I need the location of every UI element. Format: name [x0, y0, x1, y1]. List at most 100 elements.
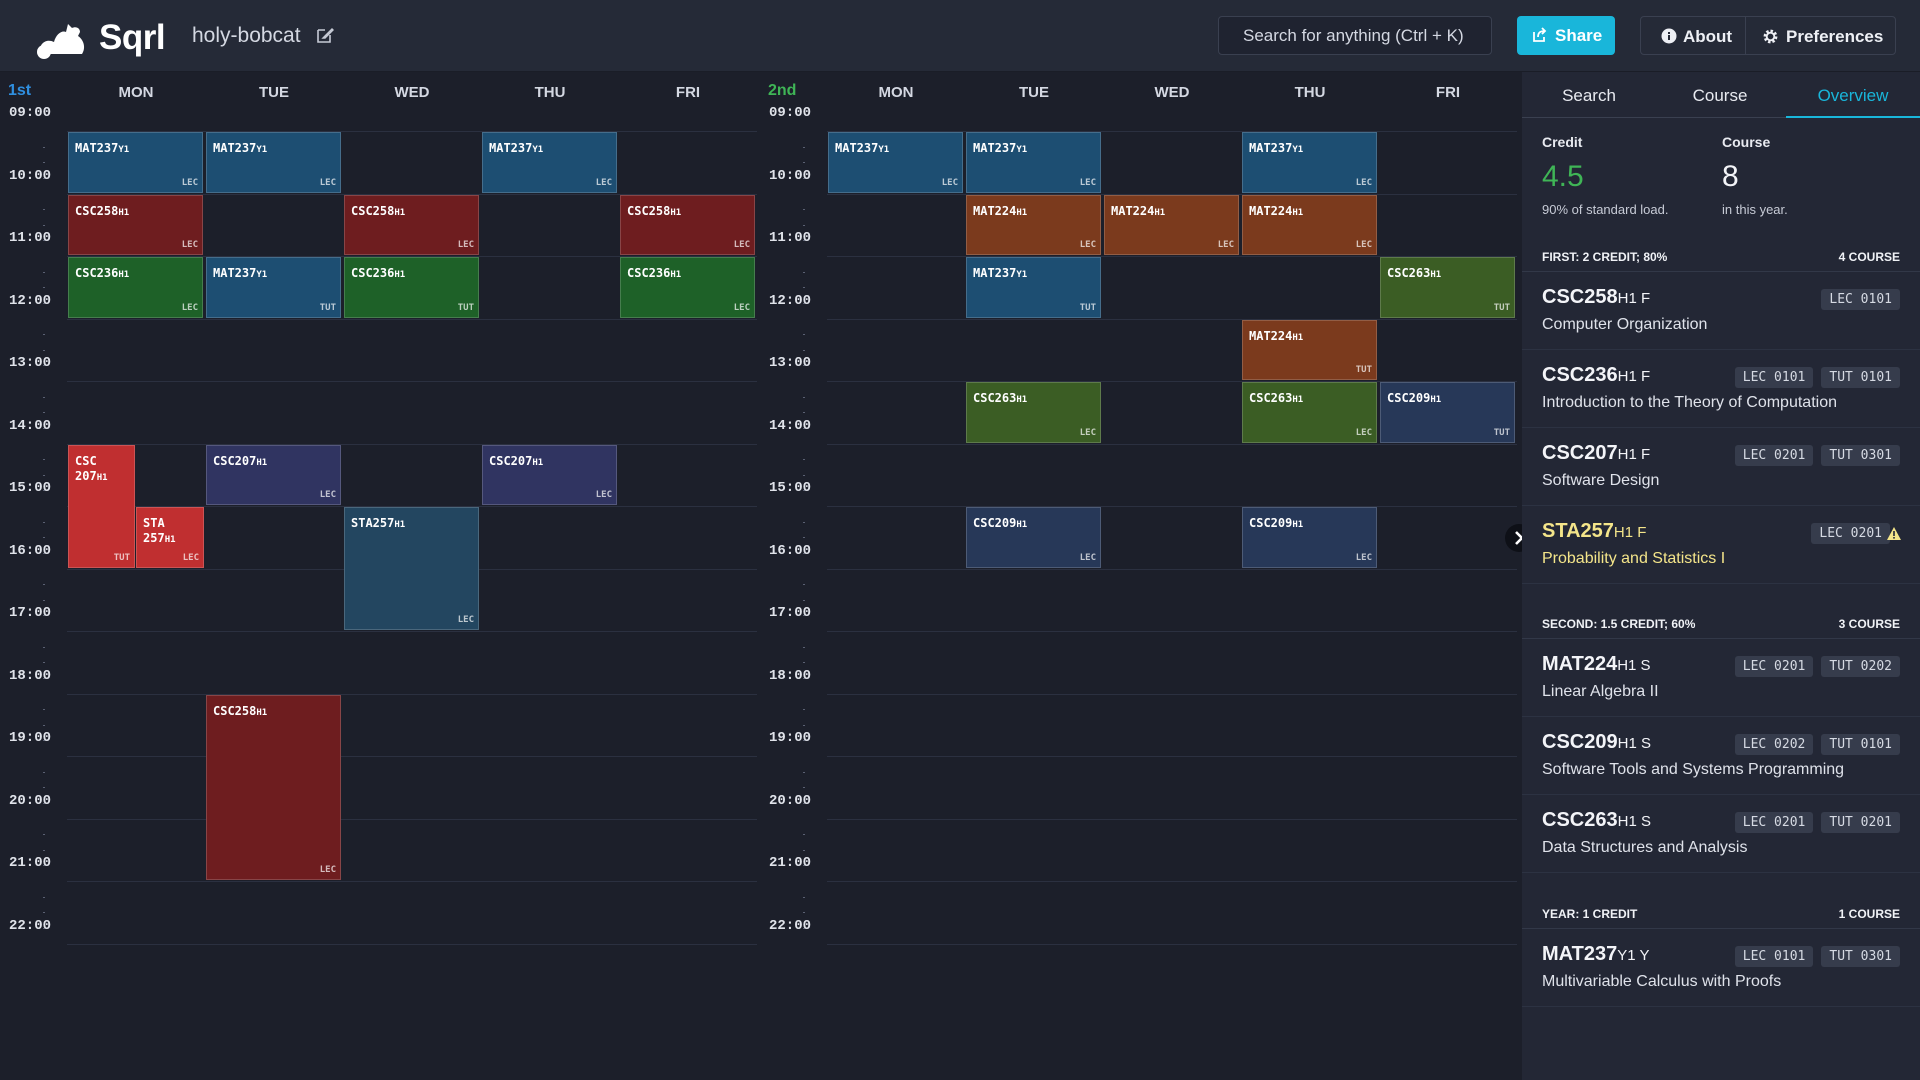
- course-block-mat237[interactable]: MAT237Y1 TUT: [966, 257, 1101, 318]
- section-tag[interactable]: TUT 0301: [1821, 445, 1900, 466]
- course-block-sta257[interactable]: STA257H1 LEC: [136, 507, 204, 568]
- section-tag[interactable]: LEC 0101: [1821, 289, 1900, 310]
- section-tag[interactable]: LEC 0201: [1811, 523, 1890, 544]
- info-icon: [1661, 28, 1677, 44]
- preferences-button[interactable]: Preferences: [1745, 16, 1896, 55]
- share-button[interactable]: Share: [1517, 16, 1615, 55]
- course-item-sta257[interactable]: STA257H1 F Probability and Statistics I LE…: [1522, 506, 1920, 584]
- meeting-type: LEC: [319, 177, 336, 188]
- quarter-tick: [43, 209, 45, 211]
- course-item-csc207[interactable]: CSC207H1 F Software Design LEC 0201 TUT 030…: [1522, 428, 1920, 506]
- course-block-mat237[interactable]: MAT237Y1 LEC: [482, 132, 617, 193]
- course-code: MAT237Y1: [213, 266, 268, 280]
- time-label: 14:00: [9, 417, 52, 434]
- quarter-tick: [803, 537, 805, 539]
- quarter-tick: [803, 787, 805, 789]
- course-block-mat224[interactable]: MAT224H1 LEC: [1104, 194, 1239, 255]
- quarter-tick: [43, 599, 45, 601]
- meeting-type: TUT: [457, 302, 474, 313]
- quarter-tick: [43, 459, 45, 461]
- edit-icon[interactable]: [316, 26, 334, 44]
- tab-overview[interactable]: Overview: [1788, 86, 1918, 106]
- course-block-mat224[interactable]: MAT224H1 LEC: [966, 194, 1101, 255]
- course-block-csc263[interactable]: CSC263H1 TUT: [1380, 257, 1515, 318]
- quarter-tick: [803, 834, 805, 836]
- course-code: CSC258H1: [627, 203, 682, 218]
- section-tag[interactable]: TUT 0202: [1821, 656, 1900, 677]
- course-title: Computer Organization: [1542, 316, 1708, 333]
- course-block-csc258[interactable]: CSC258H1 LEC: [68, 194, 203, 255]
- quarter-tick: [803, 584, 805, 586]
- section-tag[interactable]: LEC 0101: [1734, 946, 1814, 967]
- course-title: Probability and Statistics I: [1542, 550, 1726, 567]
- quarter-tick: [803, 849, 805, 851]
- course-block-mat237[interactable]: MAT237Y1 LEC: [1242, 132, 1377, 193]
- course-block-csc207[interactable]: CSC 207H1 TUT: [68, 444, 135, 568]
- course-item-csc236[interactable]: CSC236H1 F Introduction to the Theory of …: [1522, 350, 1920, 428]
- course-item-csc209[interactable]: CSC209H1 S Software Tools and Systems Pro…: [1522, 717, 1920, 795]
- course-block-csc263[interactable]: CSC263H1 LEC: [966, 382, 1101, 443]
- course-block-mat237[interactable]: MAT237Y1 LEC: [206, 132, 341, 193]
- section-suffix: Y1: [118, 145, 130, 155]
- top-bar: Sqrl holy-bobcat Search for anything (Ct…: [0, 0, 1920, 72]
- credit-value: 4.5: [1542, 160, 1584, 193]
- day-header-fri: FRI: [675, 84, 701, 101]
- search-input[interactable]: Search for anything (Ctrl + K): [1218, 16, 1492, 55]
- course-item-csc258[interactable]: CSC258H1 F Computer Organization LEC 0101: [1522, 272, 1920, 350]
- course-block-csc209[interactable]: CSC209H1 LEC: [966, 507, 1101, 568]
- section-tag[interactable]: LEC 0202: [1734, 734, 1814, 755]
- meeting-type: LEC: [1217, 240, 1234, 250]
- hour-gridline: [827, 818, 1517, 820]
- quarter-tick: [43, 584, 45, 586]
- tab-course[interactable]: Course: [1655, 86, 1785, 106]
- about-button[interactable]: About: [1640, 16, 1746, 55]
- course-block-mat237[interactable]: MAT237Y1 LEC: [828, 132, 963, 193]
- course-block-csc209[interactable]: CSC209H1 LEC: [1242, 507, 1377, 568]
- course-block-csc236[interactable]: CSC236H1 LEC: [68, 257, 203, 318]
- timetable-name[interactable]: holy-bobcat: [192, 24, 301, 48]
- course-block-csc258[interactable]: CSC258H1 LEC: [206, 694, 341, 880]
- quarter-tick: [43, 146, 45, 148]
- course-block-csc209[interactable]: CSC209H1 TUT: [1380, 382, 1515, 443]
- section-tag[interactable]: LEC 0201: [1734, 812, 1814, 833]
- meeting-type: LEC: [595, 490, 612, 500]
- section-tag[interactable]: LEC 0101: [1734, 367, 1814, 388]
- course-block-sta257[interactable]: STA257H1 LEC: [344, 507, 479, 630]
- quarter-tick: [803, 599, 805, 601]
- course-item-mat237[interactable]: MAT237Y1 Y Multivariable Calculus with Pr…: [1522, 929, 1920, 1007]
- course-block-csc236[interactable]: CSC236H1 LEC: [620, 257, 755, 318]
- tab-search[interactable]: Search: [1524, 86, 1654, 106]
- squirrel-logo-icon[interactable]: [36, 14, 88, 60]
- course-suffix: H1 F: [1617, 290, 1651, 307]
- day-header-mon: MON: [118, 84, 154, 101]
- meeting-type: LEC: [1355, 177, 1372, 188]
- course-item-csc263[interactable]: CSC263H1 S Data Structures and Analysis LE…: [1522, 795, 1920, 873]
- course-code: STA257H1 F: [1542, 520, 1647, 542]
- course-block-csc236[interactable]: CSC236H1 TUT: [344, 257, 479, 318]
- section-tag[interactable]: TUT 0101: [1821, 734, 1900, 755]
- section-tag[interactable]: TUT 0301: [1821, 946, 1900, 967]
- course-block-csc207[interactable]: CSC207H1 LEC: [206, 444, 341, 505]
- course-block-csc207[interactable]: CSC207H1 LEC: [482, 444, 617, 505]
- meeting-type: LEC: [733, 240, 750, 250]
- course-block-mat224[interactable]: MAT224H1 TUT: [1242, 319, 1377, 380]
- course-item-mat224[interactable]: MAT224H1 S Linear Algebra II LEC 0201 TUT 0…: [1522, 639, 1920, 717]
- course-block-csc263[interactable]: CSC263H1 LEC: [1242, 382, 1377, 443]
- course-block-mat224[interactable]: MAT224H1 LEC: [1242, 194, 1377, 255]
- quarter-tick: [803, 146, 805, 148]
- course-block-csc258[interactable]: CSC258H1 LEC: [620, 194, 755, 255]
- quarter-tick: [803, 349, 805, 351]
- course-block-mat237[interactable]: MAT237Y1 TUT: [206, 257, 341, 318]
- app-name[interactable]: Sqrl: [99, 18, 166, 58]
- course-block-csc258[interactable]: CSC258H1 LEC: [344, 194, 479, 255]
- section-suffix: H1: [670, 207, 682, 218]
- course-block-mat237[interactable]: MAT237Y1 LEC: [966, 132, 1101, 193]
- section-tag[interactable]: TUT 0201: [1821, 812, 1900, 833]
- section-tag[interactable]: TUT 0101: [1821, 367, 1900, 388]
- course-code: MAT224H1: [1111, 203, 1166, 218]
- section-tag[interactable]: LEC 0201: [1734, 656, 1814, 677]
- meeting-type: LEC: [457, 615, 474, 625]
- section-tag[interactable]: LEC 0201: [1734, 445, 1814, 466]
- course-block-mat237[interactable]: MAT237Y1 LEC: [68, 132, 203, 193]
- time-label: 13:00: [769, 355, 812, 371]
